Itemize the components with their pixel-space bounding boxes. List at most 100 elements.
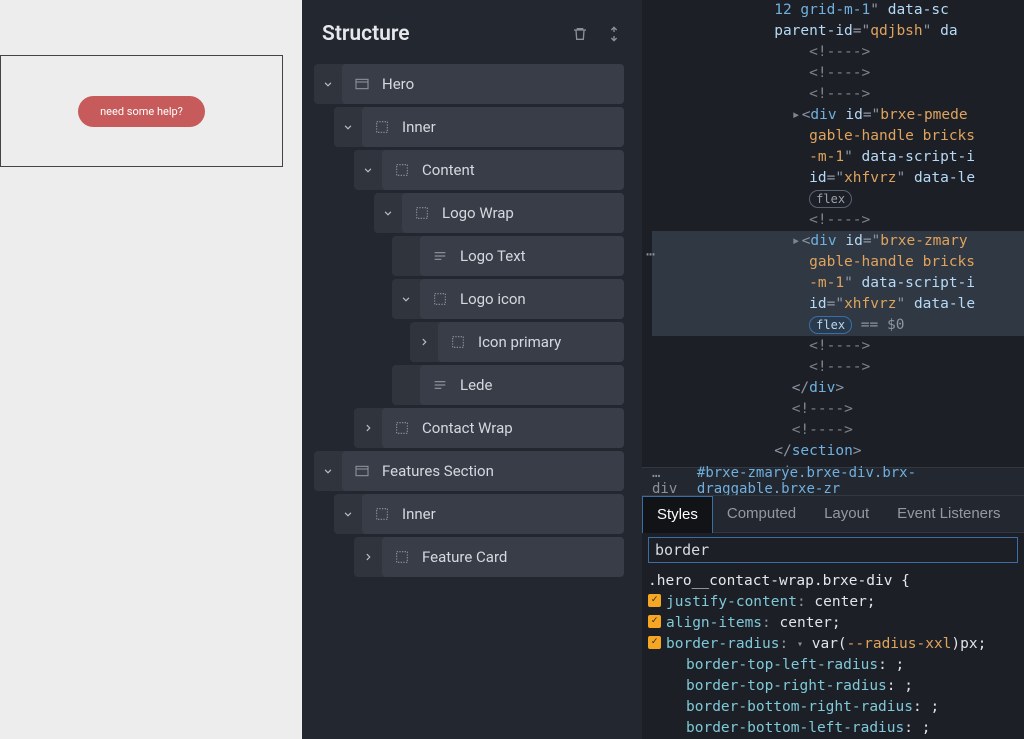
tree-row-inner[interactable]: Feature Card bbox=[382, 537, 624, 577]
css-declaration-text: border-radius: ▾ var(--radius-xxl)px; bbox=[666, 636, 986, 652]
tree-row[interactable]: Contact Wrap bbox=[354, 408, 624, 448]
tab-layout[interactable]: Layout bbox=[810, 496, 883, 532]
code-line[interactable]: </div> bbox=[652, 378, 1024, 399]
section-icon bbox=[352, 76, 372, 92]
chevron-down-icon[interactable] bbox=[334, 507, 362, 521]
code-line[interactable]: <!----> bbox=[652, 420, 1024, 441]
expand-icon[interactable] bbox=[606, 26, 622, 42]
tree-row[interactable]: Features Section bbox=[314, 451, 624, 491]
tree-row-label: Icon primary bbox=[478, 333, 561, 351]
code-line[interactable]: <!----> bbox=[652, 84, 1024, 105]
css-sub-declaration[interactable]: border-top-left-radius: ; bbox=[648, 655, 1018, 676]
div-icon bbox=[372, 119, 392, 135]
checkbox-icon[interactable] bbox=[648, 636, 661, 649]
chevron-down-icon[interactable] bbox=[392, 292, 420, 306]
breadcrumb-selected[interactable]: #brxe-zmarye.brxe-div.brx-draggable.brxe… bbox=[697, 465, 1014, 497]
code-line[interactable]: <!----> bbox=[652, 63, 1024, 84]
tree-row-label: Inner bbox=[402, 505, 436, 523]
code-line[interactable]: -m-1" data-script-i bbox=[652, 147, 1024, 168]
css-sub-declaration[interactable]: border-bottom-right-radius: ; bbox=[648, 697, 1018, 718]
tree-row-label: Logo icon bbox=[460, 290, 526, 308]
code-line[interactable]: 12 grid-m-1" data-sc bbox=[652, 0, 1024, 21]
div-icon bbox=[392, 420, 412, 436]
tree-row-label: Features Section bbox=[382, 462, 494, 480]
tree-row-inner[interactable]: Features Section bbox=[342, 451, 624, 491]
css-declaration[interactable]: align-items: center; bbox=[648, 613, 1018, 634]
structure-header: Structure bbox=[302, 0, 642, 64]
tab-styles[interactable]: Styles bbox=[642, 496, 713, 533]
code-line[interactable]: <!----> bbox=[652, 210, 1024, 231]
tree-row[interactable]: Logo Text bbox=[392, 236, 624, 276]
code-line[interactable]: <!----> bbox=[652, 462, 1024, 467]
code-line[interactable]: ▸<div id="brxe-zmary bbox=[652, 231, 1024, 252]
tree-row-inner[interactable]: Content bbox=[382, 150, 624, 190]
tree-row[interactable]: Logo Wrap bbox=[374, 193, 624, 233]
css-sub-declaration[interactable]: border-top-right-radius: ; bbox=[648, 676, 1018, 697]
tree-row[interactable]: Logo icon bbox=[392, 279, 624, 319]
code-line[interactable]: <!----> bbox=[652, 399, 1024, 420]
chevron-right-icon[interactable] bbox=[354, 421, 382, 435]
css-declaration[interactable]: border-radius: ▾ var(--radius-xxl)px; bbox=[648, 634, 1018, 655]
canvas-frame[interactable]: need some help? bbox=[0, 55, 283, 167]
code-line[interactable]: gable-handle bricks bbox=[652, 252, 1024, 273]
checkbox-icon[interactable] bbox=[648, 615, 661, 628]
rule-selector[interactable]: .hero__contact-wrap.brxe-div { bbox=[648, 571, 1018, 592]
code-line[interactable]: -m-1" data-script-i bbox=[652, 273, 1024, 294]
tree-row-label: Lede bbox=[460, 376, 492, 394]
tree-row-label: Logo Wrap bbox=[442, 204, 514, 222]
breadcrumb-bar[interactable]: … div #brxe-zmarye.brxe-div.brx-draggabl… bbox=[642, 467, 1024, 495]
chevron-down-icon[interactable] bbox=[354, 163, 382, 177]
tree-row-label: Contact Wrap bbox=[422, 419, 513, 437]
code-line[interactable]: </section> bbox=[652, 441, 1024, 462]
elements-code-area[interactable]: ⋯ 12 grid-m-1" data-sc parent-id="qdjbsh… bbox=[642, 0, 1024, 467]
code-line[interactable]: ▸<div id="brxe-pmede bbox=[652, 105, 1024, 126]
code-line[interactable]: <!----> bbox=[652, 357, 1024, 378]
chevron-right-icon[interactable] bbox=[354, 550, 382, 564]
code-line[interactable]: flex == $0 bbox=[652, 315, 1024, 336]
tree-row[interactable]: Lede bbox=[392, 365, 624, 405]
devtools-panel: ⋯ 12 grid-m-1" data-sc parent-id="qdjbsh… bbox=[642, 0, 1024, 739]
help-button[interactable]: need some help? bbox=[78, 96, 205, 127]
tree-row[interactable]: Content bbox=[354, 150, 624, 190]
tree-row-inner[interactable]: Logo icon bbox=[420, 279, 624, 319]
tree-row-label: Logo Text bbox=[460, 247, 526, 265]
code-line[interactable]: id="xhfvrz" data-le bbox=[652, 294, 1024, 315]
tree-row-inner[interactable]: Contact Wrap bbox=[382, 408, 624, 448]
div-icon bbox=[392, 549, 412, 565]
css-declaration-text: align-items: center; bbox=[666, 615, 841, 631]
code-line[interactable]: <!----> bbox=[652, 336, 1024, 357]
tree-row-inner[interactable]: Lede bbox=[420, 365, 624, 405]
tree-row[interactable]: Inner bbox=[334, 107, 624, 147]
tree-row-inner[interactable]: Inner bbox=[362, 494, 624, 534]
chevron-down-icon[interactable] bbox=[334, 120, 362, 134]
code-line[interactable]: gable-handle bricks bbox=[652, 126, 1024, 147]
trash-icon[interactable] bbox=[572, 26, 588, 42]
code-line[interactable]: flex bbox=[652, 189, 1024, 210]
styles-filter-input[interactable] bbox=[648, 537, 1018, 563]
div-icon bbox=[412, 205, 432, 221]
tab-computed[interactable]: Computed bbox=[713, 496, 810, 532]
tree-row-inner[interactable]: Logo Wrap bbox=[402, 193, 624, 233]
css-declaration[interactable]: justify-content: center; bbox=[648, 592, 1018, 613]
checkbox-icon[interactable] bbox=[648, 594, 661, 607]
code-line[interactable]: parent-id="qdjbsh" da bbox=[652, 21, 1024, 42]
tree-row-inner[interactable]: Hero bbox=[342, 64, 624, 104]
chevron-right-icon[interactable] bbox=[410, 335, 438, 349]
tree-row[interactable]: Inner bbox=[334, 494, 624, 534]
overflow-ellipsis-icon[interactable]: ⋯ bbox=[646, 244, 655, 266]
section-icon bbox=[352, 463, 372, 479]
tree-row-inner[interactable]: Icon primary bbox=[438, 322, 624, 362]
chevron-down-icon[interactable] bbox=[314, 77, 342, 91]
css-sub-declaration[interactable]: border-bottom-left-radius: ; bbox=[648, 718, 1018, 739]
tree-row[interactable]: Icon primary bbox=[410, 322, 624, 362]
code-line[interactable]: <!----> bbox=[652, 42, 1024, 63]
tab-event-listeners[interactable]: Event Listeners bbox=[883, 496, 1014, 532]
code-line[interactable]: id="xhfvrz" data-le bbox=[652, 168, 1024, 189]
chevron-down-icon[interactable] bbox=[374, 206, 402, 220]
chevron-down-icon[interactable] bbox=[314, 464, 342, 478]
tree-row-inner[interactable]: Logo Text bbox=[420, 236, 624, 276]
tree-row[interactable]: Hero bbox=[314, 64, 624, 104]
tree-row[interactable]: Feature Card bbox=[354, 537, 624, 577]
tree-row-inner[interactable]: Inner bbox=[362, 107, 624, 147]
tree-row-label: Inner bbox=[402, 118, 436, 136]
